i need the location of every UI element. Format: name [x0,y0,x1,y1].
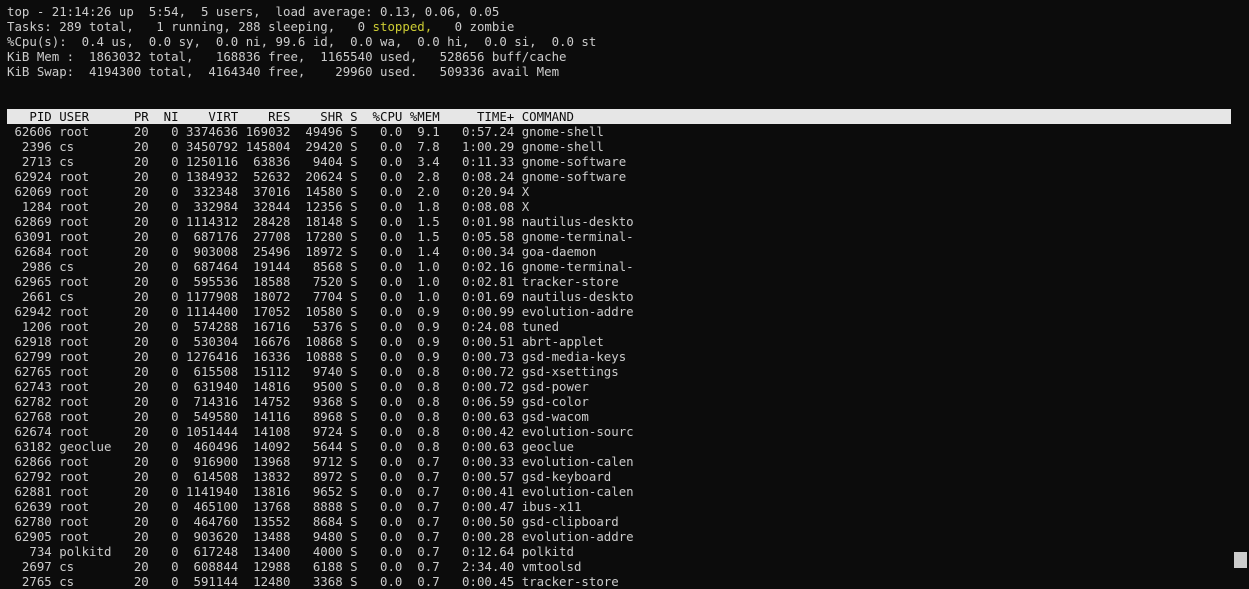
process-row: 62674 root 20 0 1051444 14108 9724 S 0.0… [7,424,634,439]
process-row: 62765 root 20 0 615508 15112 9740 S 0.0 … [7,364,619,379]
process-row: 62881 root 20 0 1141940 13816 9652 S 0.0… [7,484,634,499]
terminal-output: top - 21:14:26 up 5:54, 5 users, load av… [7,4,1231,589]
process-row: 62780 root 20 0 464760 13552 8684 S 0.0 … [7,514,619,529]
tasks-zombie: 0 zombie [432,19,515,34]
process-row: 62639 root 20 0 465100 13768 8888 S 0.0 … [7,499,582,514]
tasks-line: Tasks: 289 total, 1 running, 288 sleepin… [7,19,1231,34]
process-row: 62918 root 20 0 530304 16676 10868 S 0.0… [7,334,604,349]
process-row: 62942 root 20 0 1114400 17052 10580 S 0.… [7,304,634,319]
scrollbar-thumb[interactable] [1234,552,1247,568]
process-row: 62768 root 20 0 549580 14116 8968 S 0.0 … [7,409,589,424]
cpu-line: %Cpu(s): 0.4 us, 0.0 sy, 0.0 ni, 99.6 id… [7,34,597,49]
process-row: 2396 cs 20 0 3450792 145804 29420 S 0.0 … [7,139,604,154]
process-row: 63091 root 20 0 687176 27708 17280 S 0.0… [7,229,634,244]
process-row: 63182 geoclue 20 0 460496 14092 5644 S 0… [7,439,574,454]
process-table: 62606 root 20 0 3374636 169032 49496 S 0… [7,124,1231,589]
process-row: 62069 root 20 0 332348 37016 14580 S 0.0… [7,184,530,199]
process-row: 2986 cs 20 0 687464 19144 8568 S 0.0 1.0… [7,259,634,274]
process-row: 1284 root 20 0 332984 32844 12356 S 0.0 … [7,199,530,214]
process-row: 2713 cs 20 0 1250116 63836 9404 S 0.0 3.… [7,154,627,169]
blank-spacer [7,79,1231,109]
process-row: 62799 root 20 0 1276416 16336 10888 S 0.… [7,349,627,364]
uptime-line: top - 21:14:26 up 5:54, 5 users, load av… [7,4,500,19]
process-row: 1206 root 20 0 574288 16716 5376 S 0.0 0… [7,319,560,334]
process-row: 62905 root 20 0 903620 13488 9480 S 0.0 … [7,529,634,544]
process-row: 62866 root 20 0 916900 13968 9712 S 0.0 … [7,454,634,469]
process-row: 62965 root 20 0 595536 18588 7520 S 0.0 … [7,274,619,289]
process-row: 62924 root 20 0 1384932 52632 20624 S 0.… [7,169,627,184]
process-row: 62869 root 20 0 1114312 28428 18148 S 0.… [7,214,634,229]
vertical-scrollbar[interactable] [1232,0,1249,586]
process-row: 62684 root 20 0 903008 25496 18972 S 0.0… [7,244,597,259]
process-row: 734 polkitd 20 0 617248 13400 4000 S 0.0… [7,544,574,559]
process-row: 62782 root 20 0 714316 14752 9368 S 0.0 … [7,394,589,409]
swap-line: KiB Swap: 4194300 total, 4164340 free, 2… [7,64,560,79]
process-row: 62792 root 20 0 614508 13832 8972 S 0.0 … [7,469,612,484]
process-table-header: PID USER PR NI VIRT RES SHR S %CPU %MEM … [7,109,1231,124]
process-row: 2697 cs 20 0 608844 12988 6188 S 0.0 0.7… [7,559,582,574]
mem-line: KiB Mem : 1863032 total, 168836 free, 11… [7,49,567,64]
process-row: 2765 cs 20 0 591144 12480 3368 S 0.0 0.7… [7,574,619,589]
process-row: 62743 root 20 0 631940 14816 9500 S 0.0 … [7,379,589,394]
tasks-counts: Tasks: 289 total, 1 running, 288 sleepin… [7,19,373,34]
tasks-stopped: stopped, [372,19,433,34]
process-row: 62606 root 20 0 3374636 169032 49496 S 0… [7,124,604,139]
process-row: 2661 cs 20 0 1177908 18072 7704 S 0.0 1.… [7,289,634,304]
